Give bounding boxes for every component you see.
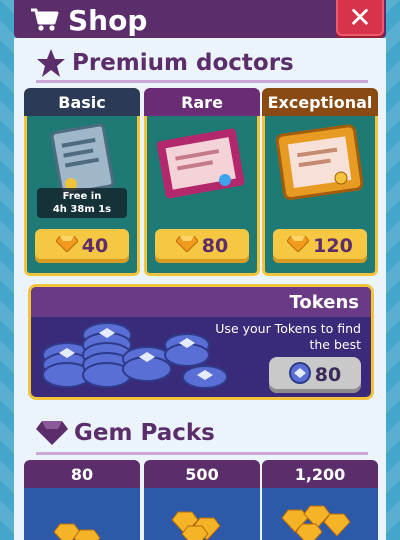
gem-pack-amount: 80 — [24, 460, 140, 488]
star-icon — [37, 49, 65, 77]
timer-label: Free in — [62, 191, 102, 202]
gem-pack-1200[interactable]: 1,200 — [262, 460, 378, 540]
card-body: 120 — [262, 116, 378, 276]
doctor-card-rare[interactable]: Rare 80 — [144, 88, 260, 276]
gem-packs-label: Gem Packs — [74, 420, 215, 446]
premium-divider — [36, 80, 368, 83]
tokens-price: 80 — [314, 364, 342, 386]
basic-price: 40 — [81, 235, 109, 257]
basic-price-button[interactable]: 40 — [35, 229, 129, 263]
gem-pile-icon — [171, 511, 221, 540]
gem-pile-icon — [281, 505, 351, 540]
gem-icon — [175, 235, 199, 257]
gem-pack-amount: 1,200 — [262, 460, 378, 488]
gem-packs-divider — [36, 452, 368, 455]
premium-doctors-title: Premium doctors — [36, 48, 294, 78]
gem-pile-icon — [53, 523, 101, 540]
gem-pack-500[interactable]: 500 — [144, 460, 260, 540]
close-button[interactable]: ✕ — [336, 0, 384, 36]
gem-icon — [55, 235, 79, 257]
doctor-card-basic[interactable]: Basic Free in 4h 38m 1s 40 — [24, 88, 140, 276]
gem-pack-amount: 500 — [144, 460, 260, 488]
card-body: 80 — [144, 116, 260, 276]
gem-pack-80[interactable]: 80 — [24, 460, 140, 540]
diamond-icon — [36, 421, 68, 445]
token-icon — [288, 361, 311, 389]
shop-title-text: Shop — [68, 3, 148, 37]
timer-value: 4h 38m 1s — [52, 204, 112, 215]
gold-frame-icon — [275, 124, 364, 201]
tokens-buy-button[interactable]: 80 — [269, 357, 361, 393]
tokens-description: Use your Tokens to find the best — [215, 321, 361, 352]
gem-pack-body — [24, 488, 140, 540]
token-coins-icon — [42, 322, 227, 389]
doctor-card-exceptional[interactable]: Exceptional 120 — [262, 88, 378, 276]
tokens-offer[interactable]: Tokens Use your Tokens to find the best … — [28, 284, 374, 400]
cart-icon — [31, 8, 59, 31]
gem-packs-title: Gem Packs — [36, 420, 215, 446]
gem-pack-body — [144, 488, 260, 540]
premium-doctors-label: Premium doctors — [72, 50, 294, 76]
exceptional-price: 120 — [313, 235, 353, 257]
rare-price-button[interactable]: 80 — [155, 229, 249, 263]
gem-icon — [286, 235, 310, 257]
card-header: Basic — [24, 88, 140, 116]
gem-pack-body — [262, 488, 378, 540]
card-header: Rare — [144, 88, 260, 116]
card-body: Free in 4h 38m 1s 40 — [24, 116, 140, 276]
shop-title: Shop — [30, 2, 147, 38]
card-header: Exceptional — [262, 88, 378, 116]
tokens-title: Tokens — [31, 287, 371, 317]
rare-price: 80 — [201, 235, 229, 257]
free-timer: Free in 4h 38m 1s — [37, 188, 127, 218]
exceptional-price-button[interactable]: 120 — [273, 229, 367, 263]
certificate-icon — [156, 128, 245, 199]
